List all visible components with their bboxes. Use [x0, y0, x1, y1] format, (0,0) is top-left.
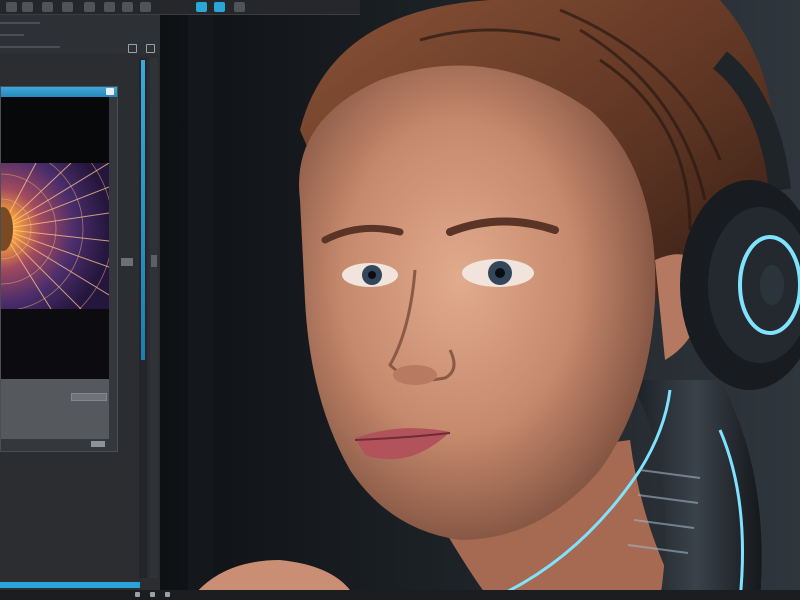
panel-drag-handle[interactable]: [121, 258, 133, 266]
preview-titlebar[interactable]: [1, 87, 117, 97]
top-toolbar: [0, 0, 360, 15]
progress-bar: [0, 582, 140, 588]
settings-icon[interactable]: [234, 2, 245, 12]
resize-icon[interactable]: [91, 441, 105, 447]
menu-bar-line: [0, 34, 24, 36]
preview-letterbox-bottom: [1, 309, 109, 379]
status-icon[interactable]: [150, 592, 155, 597]
preview-letterbox-top: [1, 97, 109, 163]
menu-bar-line: [0, 22, 40, 24]
play-icon[interactable]: [140, 2, 151, 12]
frame-icon[interactable]: [62, 2, 73, 12]
tunnel-graphic: [1, 163, 109, 309]
preview-window: [0, 86, 118, 452]
editor-subtoolbar: [0, 14, 160, 54]
right-pupil: [495, 268, 505, 278]
bottom-status-strip: [0, 590, 800, 600]
left-pupil: [368, 271, 376, 279]
grid-icon[interactable]: [42, 2, 53, 12]
secondary-scrollbar-thumb[interactable]: [151, 255, 157, 267]
portrait-photo: [160, 0, 800, 600]
light-rays: [1, 163, 109, 309]
editor-panel: [0, 0, 160, 600]
preview-slider[interactable]: [71, 393, 107, 401]
cursor-icon[interactable]: [6, 2, 17, 12]
scrollbar-thumb[interactable]: [141, 60, 145, 360]
portrait-scene: [160, 0, 800, 600]
preview-controls-area: [1, 379, 109, 439]
stop-icon[interactable]: [122, 2, 133, 12]
square-icon[interactable]: [22, 2, 33, 12]
ruler-icon[interactable]: [104, 2, 115, 12]
status-icon[interactable]: [165, 592, 170, 597]
secondary-scrollbar[interactable]: [150, 58, 158, 578]
nose-tip: [393, 365, 437, 385]
menu-bar-line: [0, 46, 60, 48]
earcup-center: [760, 265, 784, 305]
expand-icon[interactable]: [146, 44, 155, 53]
image-icon[interactable]: [84, 2, 95, 12]
preview-screen: [1, 97, 109, 465]
preview-image: [1, 163, 109, 309]
lock-icon[interactable]: [128, 44, 137, 53]
close-icon[interactable]: [106, 88, 114, 95]
tunnel-rings: [1, 163, 109, 309]
background-pillar: [188, 0, 214, 600]
export-icon[interactable]: [214, 2, 225, 12]
save-icon[interactable]: [196, 2, 207, 12]
status-icon[interactable]: [135, 592, 140, 597]
